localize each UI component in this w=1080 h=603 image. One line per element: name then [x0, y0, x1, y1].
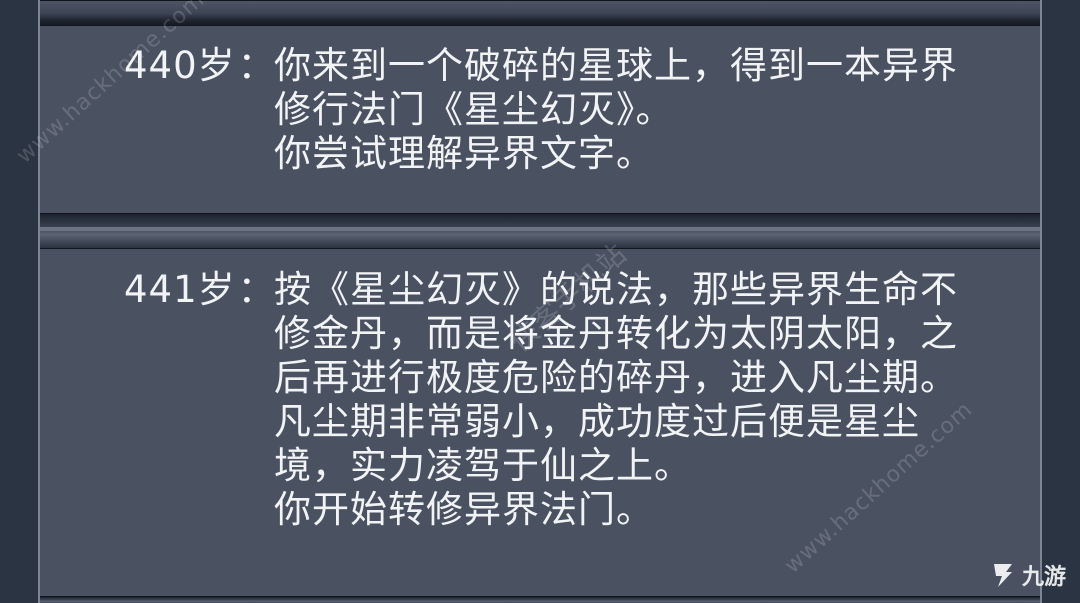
game-screen: 440岁： 你来到一个破碎的星球上，得到一本异界 修行法门《星尘幻灭》。 你尝试… [0, 0, 1080, 603]
age-label: 440岁： [124, 44, 276, 88]
nine-game-logo-icon [988, 560, 1018, 590]
brand-logo: 九游 [988, 559, 1066, 591]
entry-divider-top [40, 0, 1040, 26]
age-colon: ： [237, 268, 276, 311]
entry-line: 凡尘期非常弱小，成功度过后便是星尘 [274, 400, 920, 443]
entry-line: 你开始转修异界法门。 [274, 488, 654, 531]
entry-line: 你尝试理解异界文字。 [274, 132, 654, 175]
brand-text: 九游 [1021, 565, 1066, 590]
entry-line: 你来到一个破碎的星球上，得到一本异界 [274, 44, 958, 87]
entry-divider-middle [40, 213, 1040, 249]
entry-line: 修金丹，而是将金丹转化为太阴太阳，之 [274, 312, 958, 355]
entry-line: 按《星尘幻灭》的说法，那些异界生命不 [274, 268, 958, 311]
entry-divider-bottom [40, 596, 1040, 603]
age-value: 441岁 [124, 268, 236, 311]
entry-text: 按《星尘幻灭》的说法，那些异界生命不 修金丹，而是将金丹转化为太阴太阳，之 后再… [274, 268, 1014, 532]
entry-line: 后再进行极度危险的碎丹，进入凡尘期。 [274, 356, 958, 399]
age-value: 440岁 [124, 44, 236, 87]
age-colon: ： [237, 44, 276, 87]
entry-line: 修行法门《星尘幻灭》。 [274, 88, 674, 131]
entry-text: 你来到一个破碎的星球上，得到一本异界 修行法门《星尘幻灭》。 你尝试理解异界文字… [274, 44, 1014, 176]
entry-line: 境，实力凌驾于仙之上。 [274, 444, 692, 487]
age-label: 441岁： [124, 268, 276, 312]
